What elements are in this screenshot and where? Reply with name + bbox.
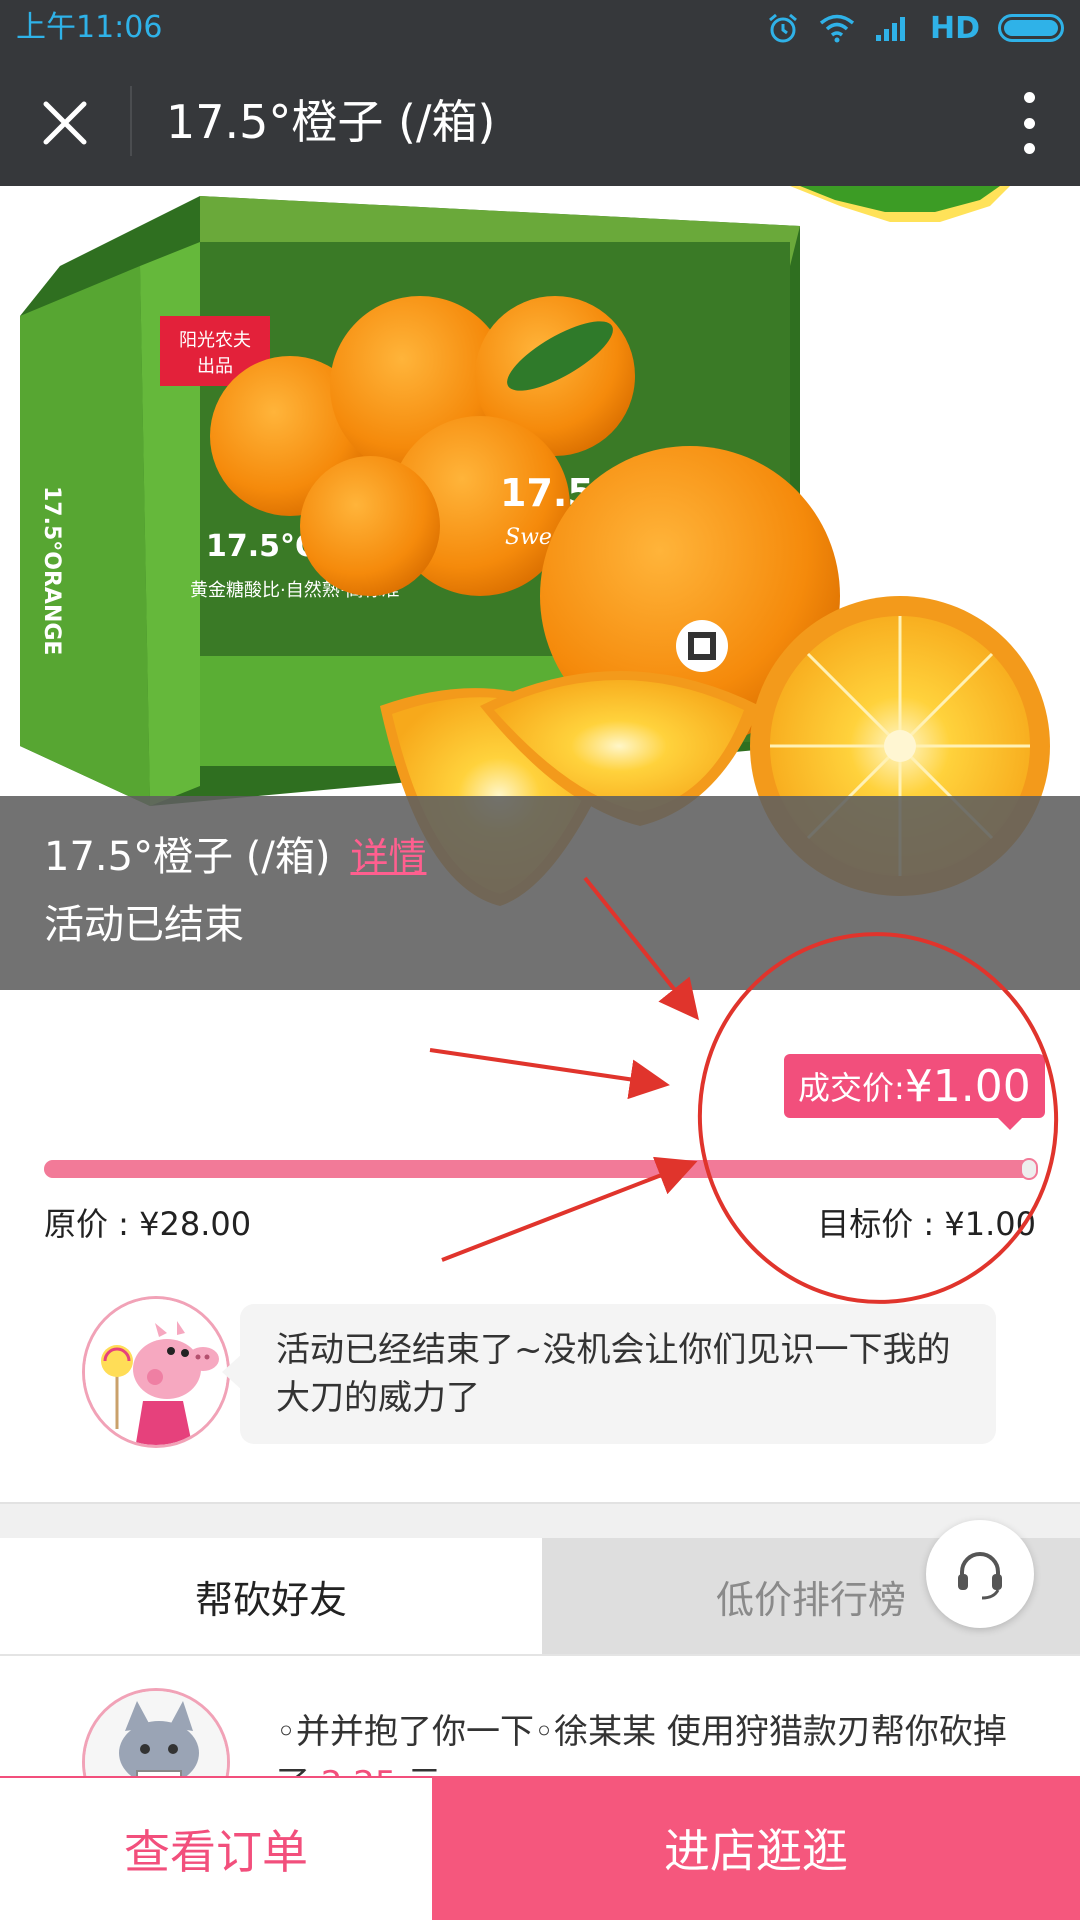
customer-service-button[interactable] bbox=[926, 1520, 1034, 1628]
mascot-message: 活动已经结束了~没机会让你们见识一下我的大刀的威力了 bbox=[240, 1304, 996, 1444]
speech-bubble-pointer bbox=[222, 1354, 242, 1390]
wifi-icon bbox=[819, 14, 855, 43]
tab-help-friends[interactable]: 帮砍好友 bbox=[0, 1538, 542, 1654]
svg-text:出品: 出品 bbox=[197, 356, 233, 377]
price-progress-fill bbox=[44, 1160, 1036, 1178]
nav-bar: 17.5°橙子 (/箱) bbox=[0, 56, 1080, 186]
price-progress-knob bbox=[1020, 1158, 1038, 1180]
view-orders-button[interactable]: 查看订单 bbox=[0, 1776, 432, 1920]
svg-text:阳光农夫: 阳光农夫 bbox=[179, 330, 251, 351]
tab-divider bbox=[0, 1654, 1080, 1656]
section-separator bbox=[0, 1502, 1080, 1538]
visit-shop-button[interactable]: 进店逛逛 bbox=[432, 1776, 1080, 1920]
status-time: 上午11:06 bbox=[16, 10, 163, 45]
deal-price-badge: 成交价: ¥1.00 bbox=[784, 1054, 1045, 1118]
original-price: 原价 : ¥28.00 bbox=[44, 1205, 252, 1243]
alarm-icon bbox=[769, 13, 797, 43]
nav-divider bbox=[130, 86, 132, 156]
target-price: 目标价 : ¥1.00 bbox=[817, 1205, 1036, 1243]
annotation-arrow bbox=[441, 1156, 698, 1262]
deal-price-label: 成交价: bbox=[798, 1069, 905, 1107]
battery-icon bbox=[998, 14, 1064, 42]
more-vertical-icon bbox=[1023, 92, 1035, 103]
status-icons: HD bbox=[766, 8, 1064, 48]
detail-link[interactable]: 详情 bbox=[350, 835, 426, 879]
deal-price-value: ¥1.00 bbox=[904, 1060, 1031, 1112]
deal-badge-pointer bbox=[996, 1116, 1024, 1130]
customer-service-icon bbox=[958, 1552, 1002, 1600]
product-info-overlay: 17.5°橙子 (/箱) 详情 活动已结束 bbox=[0, 796, 1080, 990]
mascot-avatar bbox=[82, 1296, 230, 1448]
price-progress-bar bbox=[44, 1160, 1036, 1178]
network-type: HD bbox=[929, 10, 980, 46]
product-title-text: 17.5°橙子 (/箱) bbox=[44, 834, 331, 880]
close-button[interactable] bbox=[30, 88, 100, 158]
pig-mascot-icon bbox=[85, 1299, 227, 1445]
status-bar: 上午11:06 HD bbox=[0, 0, 1080, 56]
signal-icon bbox=[875, 17, 905, 41]
page-title: 17.5°橙子 (/箱) bbox=[166, 95, 496, 149]
annotation-arrow bbox=[429, 1048, 670, 1100]
more-menu-button[interactable] bbox=[1014, 92, 1044, 154]
activity-status: 活动已结束 bbox=[44, 902, 244, 948]
bottom-action-bar: 查看订单 进店逛逛 bbox=[0, 1776, 1080, 1920]
close-icon bbox=[43, 101, 87, 145]
svg-text:17.5°ORANGE: 17.5°ORANGE bbox=[39, 486, 64, 655]
product-title: 17.5°橙子 (/箱) 详情 bbox=[44, 832, 426, 882]
